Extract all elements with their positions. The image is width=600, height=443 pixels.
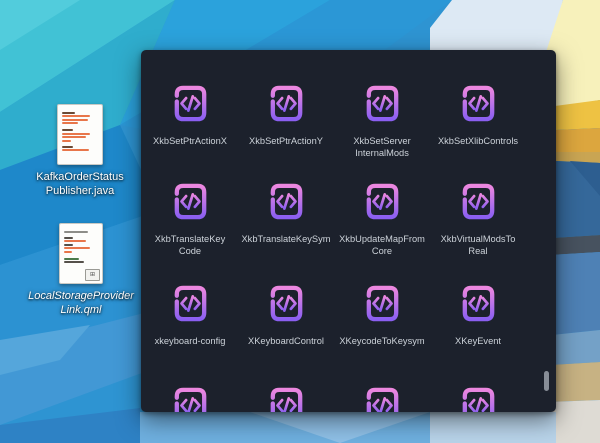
- file-item[interactable]: [238, 384, 334, 412]
- desktop-icon-label: KafkaOrderStatus Publisher.java: [36, 171, 124, 198]
- file-item-label: XkbSetPtrActionY: [249, 136, 323, 146]
- file-item-label: XKeyboardControl: [248, 336, 324, 346]
- code-file-icon: [457, 384, 500, 412]
- file-item[interactable]: XkbUpdateMapFrom Core: [334, 180, 430, 257]
- code-file-icon: [265, 82, 308, 125]
- desktop: KafkaOrderStatus Publisher.java ⊞ LocalS…: [0, 0, 600, 443]
- code-file-icon: [457, 282, 500, 325]
- file-item-label: XkbUpdateMapFrom Core: [339, 234, 425, 257]
- code-file-icon: [265, 384, 308, 412]
- scrollbar[interactable]: [543, 50, 550, 412]
- qml-file-thumbnail: ⊞: [59, 223, 103, 284]
- code-file-icon: [265, 282, 308, 325]
- code-file-icon: [361, 82, 404, 125]
- file-item[interactable]: XKeycodeToKeysym: [334, 282, 430, 347]
- folder-view-window: XkbSetPtrActionX XkbSetPtrActionY XkbSet…: [141, 50, 556, 412]
- code-file-icon: [457, 82, 500, 125]
- desktop-icon-qml-link[interactable]: ⊞ LocalStorageProvider Link.qml: [20, 223, 142, 318]
- desktop-icon-label: LocalStorageProvider Link.qml: [28, 290, 134, 317]
- file-item-label: XKeyEvent: [455, 336, 501, 346]
- file-item[interactable]: XkbVirtualModsTo Real: [430, 180, 526, 257]
- link-emblem-icon: ⊞: [85, 269, 100, 281]
- code-file-icon: [169, 82, 212, 125]
- file-item-label: XKeycodeToKeysym: [339, 336, 425, 346]
- file-item[interactable]: XkbSetPtrActionX: [142, 82, 238, 147]
- java-file-thumbnail: [57, 104, 103, 165]
- file-item-label: XkbTranslateKey Code: [154, 234, 226, 257]
- code-file-icon: [361, 384, 404, 412]
- file-item-label: XkbSetServer InternalMods: [353, 136, 411, 159]
- file-item[interactable]: XKeyboardControl: [238, 282, 334, 347]
- file-item-label: xkeyboard-config: [154, 336, 226, 346]
- file-item[interactable]: XkbTranslateKeySym: [238, 180, 334, 245]
- file-item[interactable]: XkbSetServer InternalMods: [334, 82, 430, 159]
- code-file-icon: [169, 384, 212, 412]
- file-item[interactable]: XkbSetXlibControls: [430, 82, 526, 147]
- file-item[interactable]: xkeyboard-config: [142, 282, 238, 347]
- scrollbar-thumb[interactable]: [544, 371, 549, 391]
- code-file-icon: [457, 180, 500, 223]
- file-item[interactable]: [142, 384, 238, 412]
- file-item-label: XkbSetPtrActionX: [153, 136, 227, 146]
- code-file-icon: [265, 180, 308, 223]
- file-item-label: XkbTranslateKeySym: [241, 234, 331, 244]
- code-file-icon: [169, 180, 212, 223]
- file-item[interactable]: [334, 384, 430, 412]
- file-item-label: XkbVirtualModsTo Real: [440, 234, 516, 257]
- desktop-icon-java-file[interactable]: KafkaOrderStatus Publisher.java: [20, 104, 140, 199]
- file-item[interactable]: XkbTranslateKey Code: [142, 180, 238, 257]
- code-file-icon: [361, 180, 404, 223]
- file-item-label: XkbSetXlibControls: [437, 136, 519, 146]
- file-item[interactable]: [430, 384, 526, 412]
- code-file-icon: [169, 282, 212, 325]
- file-item[interactable]: XKeyEvent: [430, 282, 526, 347]
- code-file-icon: [361, 282, 404, 325]
- file-item[interactable]: XkbSetPtrActionY: [238, 82, 334, 147]
